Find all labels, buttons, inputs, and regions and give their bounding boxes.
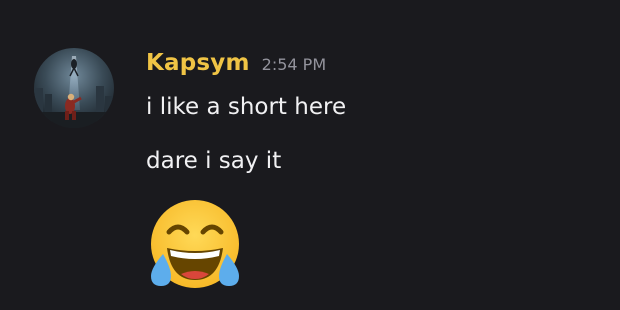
chat-message: Kapsym 2:54 PM i like a short here dare … [0, 0, 620, 310]
face-with-tears-of-joy-icon[interactable] [145, 196, 245, 292]
avatar-image [34, 48, 114, 128]
author-name[interactable]: Kapsym [146, 50, 250, 76]
message-text-line-2: dare i say it [146, 148, 282, 174]
message-text-line-1: i like a short here [146, 94, 347, 120]
message-timestamp[interactable]: 2:54 PM [262, 55, 326, 74]
avatar[interactable] [34, 48, 114, 128]
message-header: Kapsym 2:54 PM [146, 50, 326, 86]
